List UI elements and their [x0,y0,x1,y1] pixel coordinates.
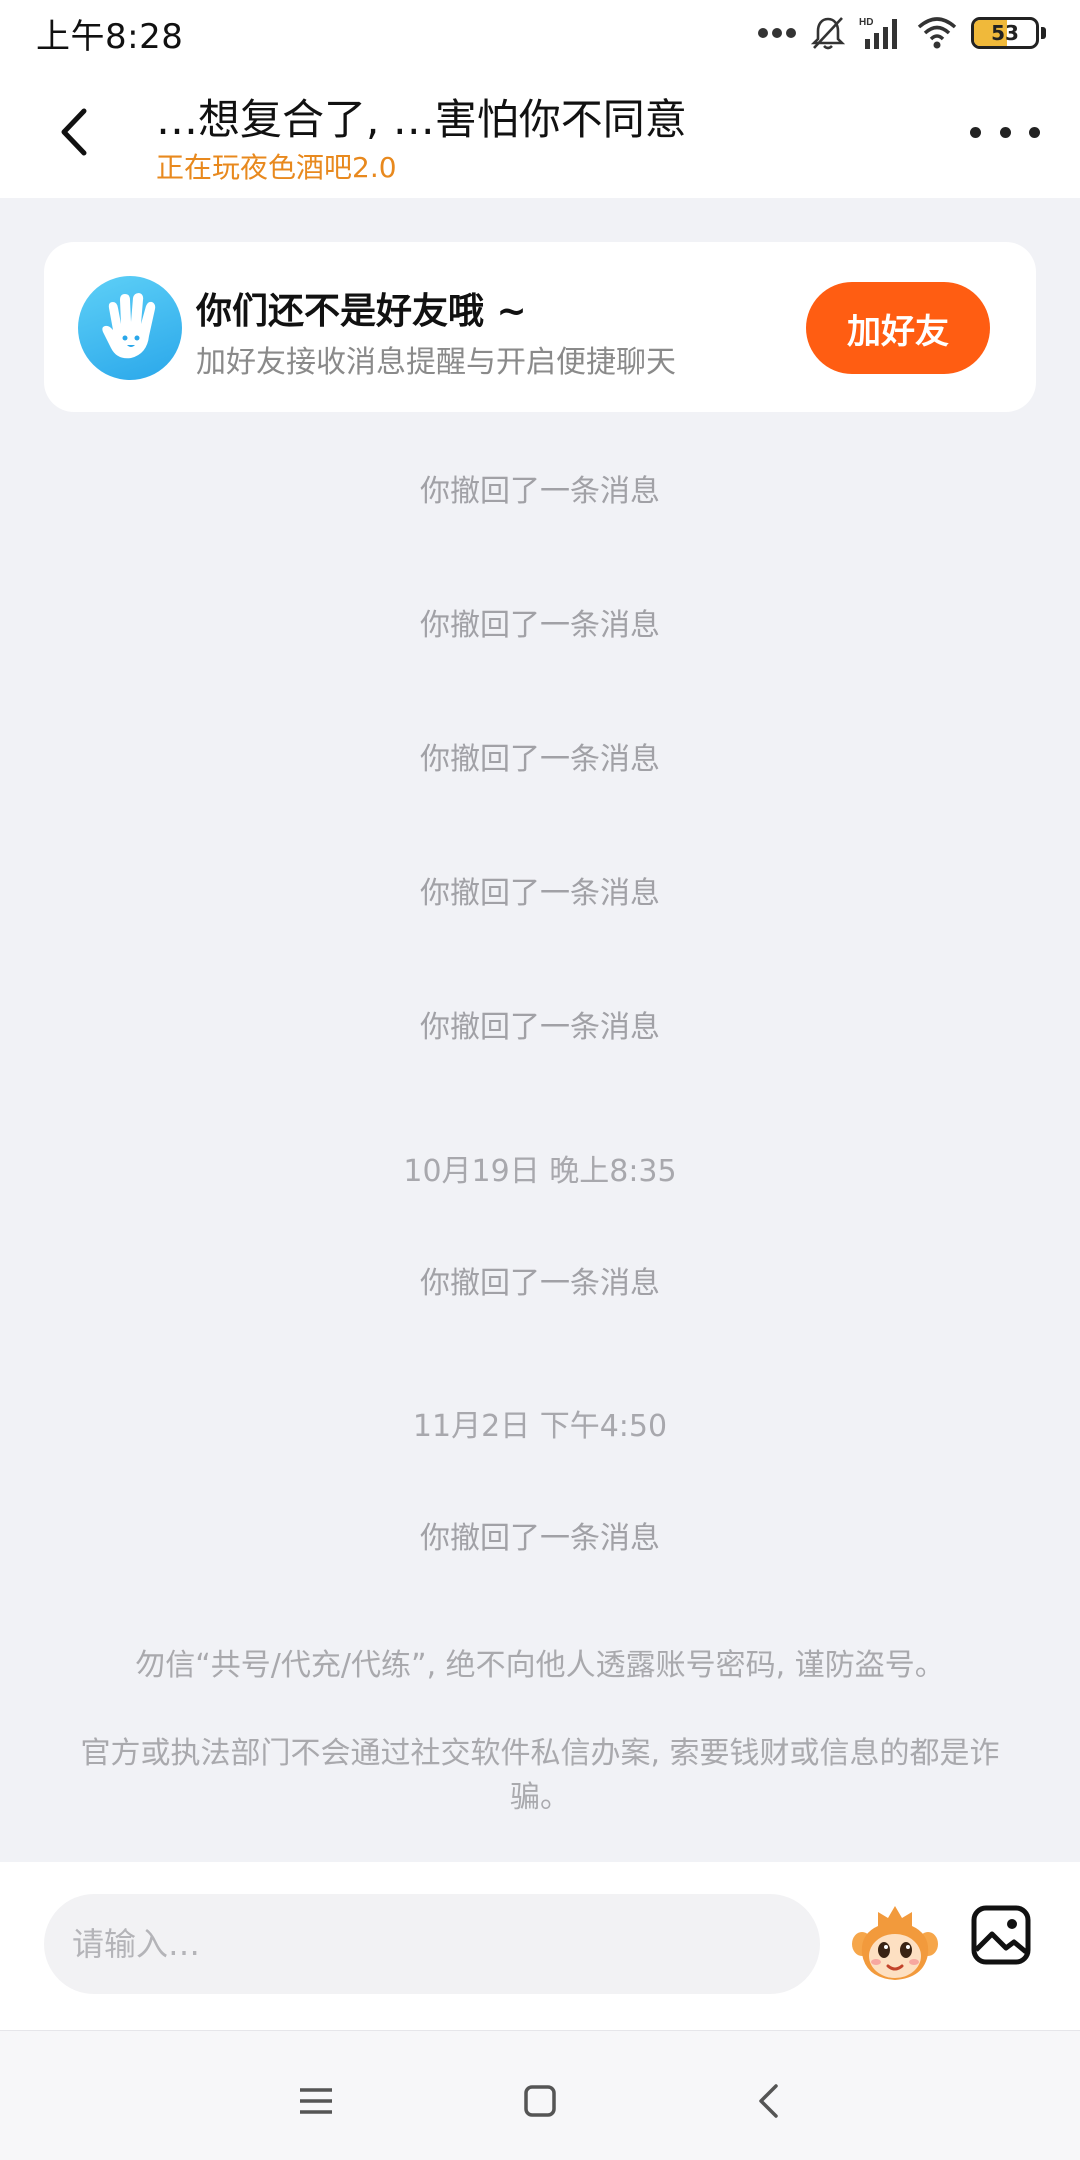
system-nav-bar [0,2030,1080,2160]
back-button[interactable] [44,96,104,168]
security-notice: 勿信“共号/代充/代练”, 绝不向他人透露账号密码, 谨防盗号。 [135,1648,945,1683]
more-horizontal-icon [970,126,981,138]
image-picture-icon [971,1905,1031,1965]
recalled-message: 你撤回了一条消息 [420,742,660,777]
recalled-message: 你撤回了一条消息 [420,1266,660,1301]
image-button[interactable] [966,1900,1036,1970]
svg-text:HD: HD [859,17,873,28]
message-input[interactable] [44,1894,820,1994]
nav-back-button[interactable] [738,2071,798,2131]
recalled-message: 你撤回了一条消息 [420,1010,660,1045]
chat-header: …想复合了, …害怕你不同意 正在玩夜色酒吧2.0 [0,66,1080,198]
add-friend-card: 你们还不是好友哦 ~ 加好友接收消息提醒与开启便捷聊天 加好友 [44,242,1036,412]
nav-menu-button[interactable] [286,2071,346,2131]
home-square-icon [524,2085,556,2117]
add-friend-button[interactable]: 加好友 [806,282,990,374]
battery-level: 53 [991,21,1019,45]
message-timestamp: 10月19日 晚上8:35 [403,1154,677,1189]
recalled-message: 你撤回了一条消息 [420,474,660,509]
battery-icon: 53 [971,17,1046,49]
friend-card-title: 你们还不是好友哦 ~ [196,291,527,332]
emoji-button[interactable] [850,1898,940,1988]
status-time: 上午8:28 [36,16,184,57]
recalled-message: 你撤回了一条消息 [420,1521,660,1556]
chat-title: …想复合了, …害怕你不同意 [156,95,687,144]
menu-icon [300,2088,332,2114]
bell-muted-icon [811,17,845,50]
chat-subtitle: 正在玩夜色酒吧2.0 [156,151,397,184]
status-icons: HD 53 [757,15,1046,51]
more-dots-icon [758,28,796,38]
hd-signal-icon: HD [859,17,897,49]
monkey-emoji-icon [852,1906,938,1980]
recalled-message: 你撤回了一条消息 [420,876,660,911]
nav-home-button[interactable] [510,2071,570,2131]
recalled-message: 你撤回了一条消息 [420,608,660,643]
more-options-button[interactable] [970,106,1040,158]
hand-wave-icon [78,276,182,380]
back-chevron-icon [759,2084,778,2118]
status-bar: 上午8:28 HD 53 [0,0,1080,66]
chevron-left-icon [61,108,87,156]
friend-card-description: 加好友接收消息提醒与开启便捷聊天 [196,345,676,380]
message-timestamp: 11月2日 下午4:50 [412,1409,668,1444]
fraud-notice: 官方或执法部门不会通过社交软件私信办案, 索要钱财或信息的都是诈骗。 [80,1736,1000,1815]
wifi-icon [917,17,957,49]
message-input-bar [0,1862,1080,2030]
